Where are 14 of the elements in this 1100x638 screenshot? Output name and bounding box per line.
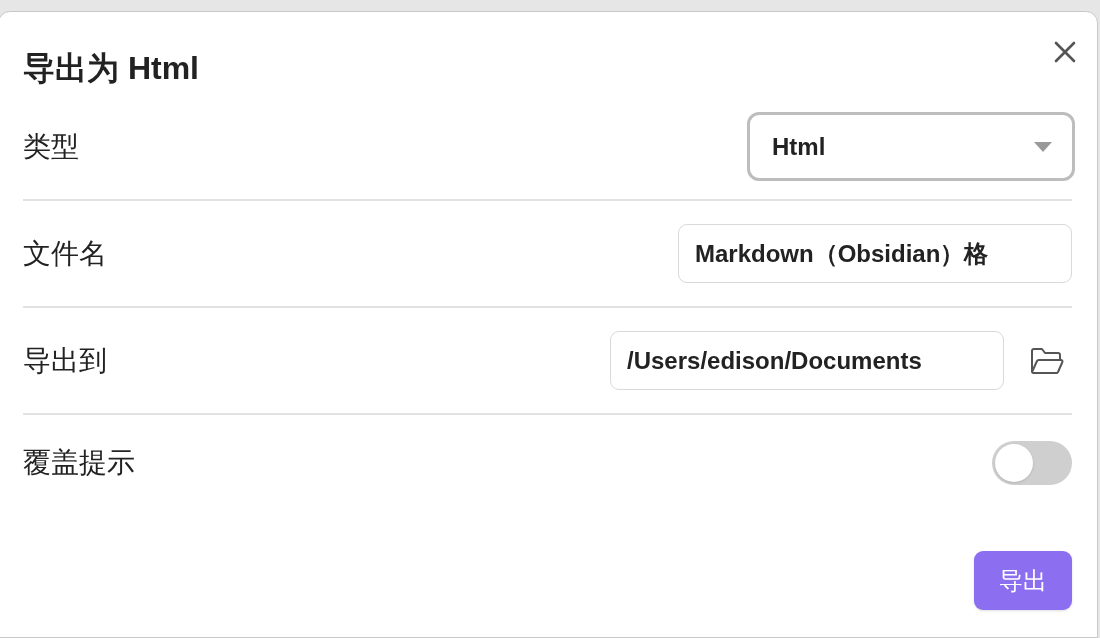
caret-icon [1034, 141, 1052, 152]
dialog-title: 导出为 Html [23, 49, 199, 88]
export-button[interactable]: 导出 [974, 551, 1072, 610]
close-icon [1054, 41, 1076, 63]
folder-icon [1030, 346, 1064, 375]
field-label: 覆盖提示 [23, 446, 135, 480]
folder-path-field[interactable]: /Users/edison/Documents [610, 331, 1004, 390]
field-label: 导出到 [23, 343, 107, 378]
browse-folder-button[interactable] [1030, 345, 1064, 376]
overwrite-toggle[interactable] [992, 441, 1072, 485]
file-name-field[interactable]: Markdown（Obsidian）格 [678, 224, 1072, 283]
field-label: 文件名 [23, 236, 107, 271]
type-dropdown[interactable]: Html [747, 112, 1075, 181]
field-label: 类型 [23, 129, 79, 164]
